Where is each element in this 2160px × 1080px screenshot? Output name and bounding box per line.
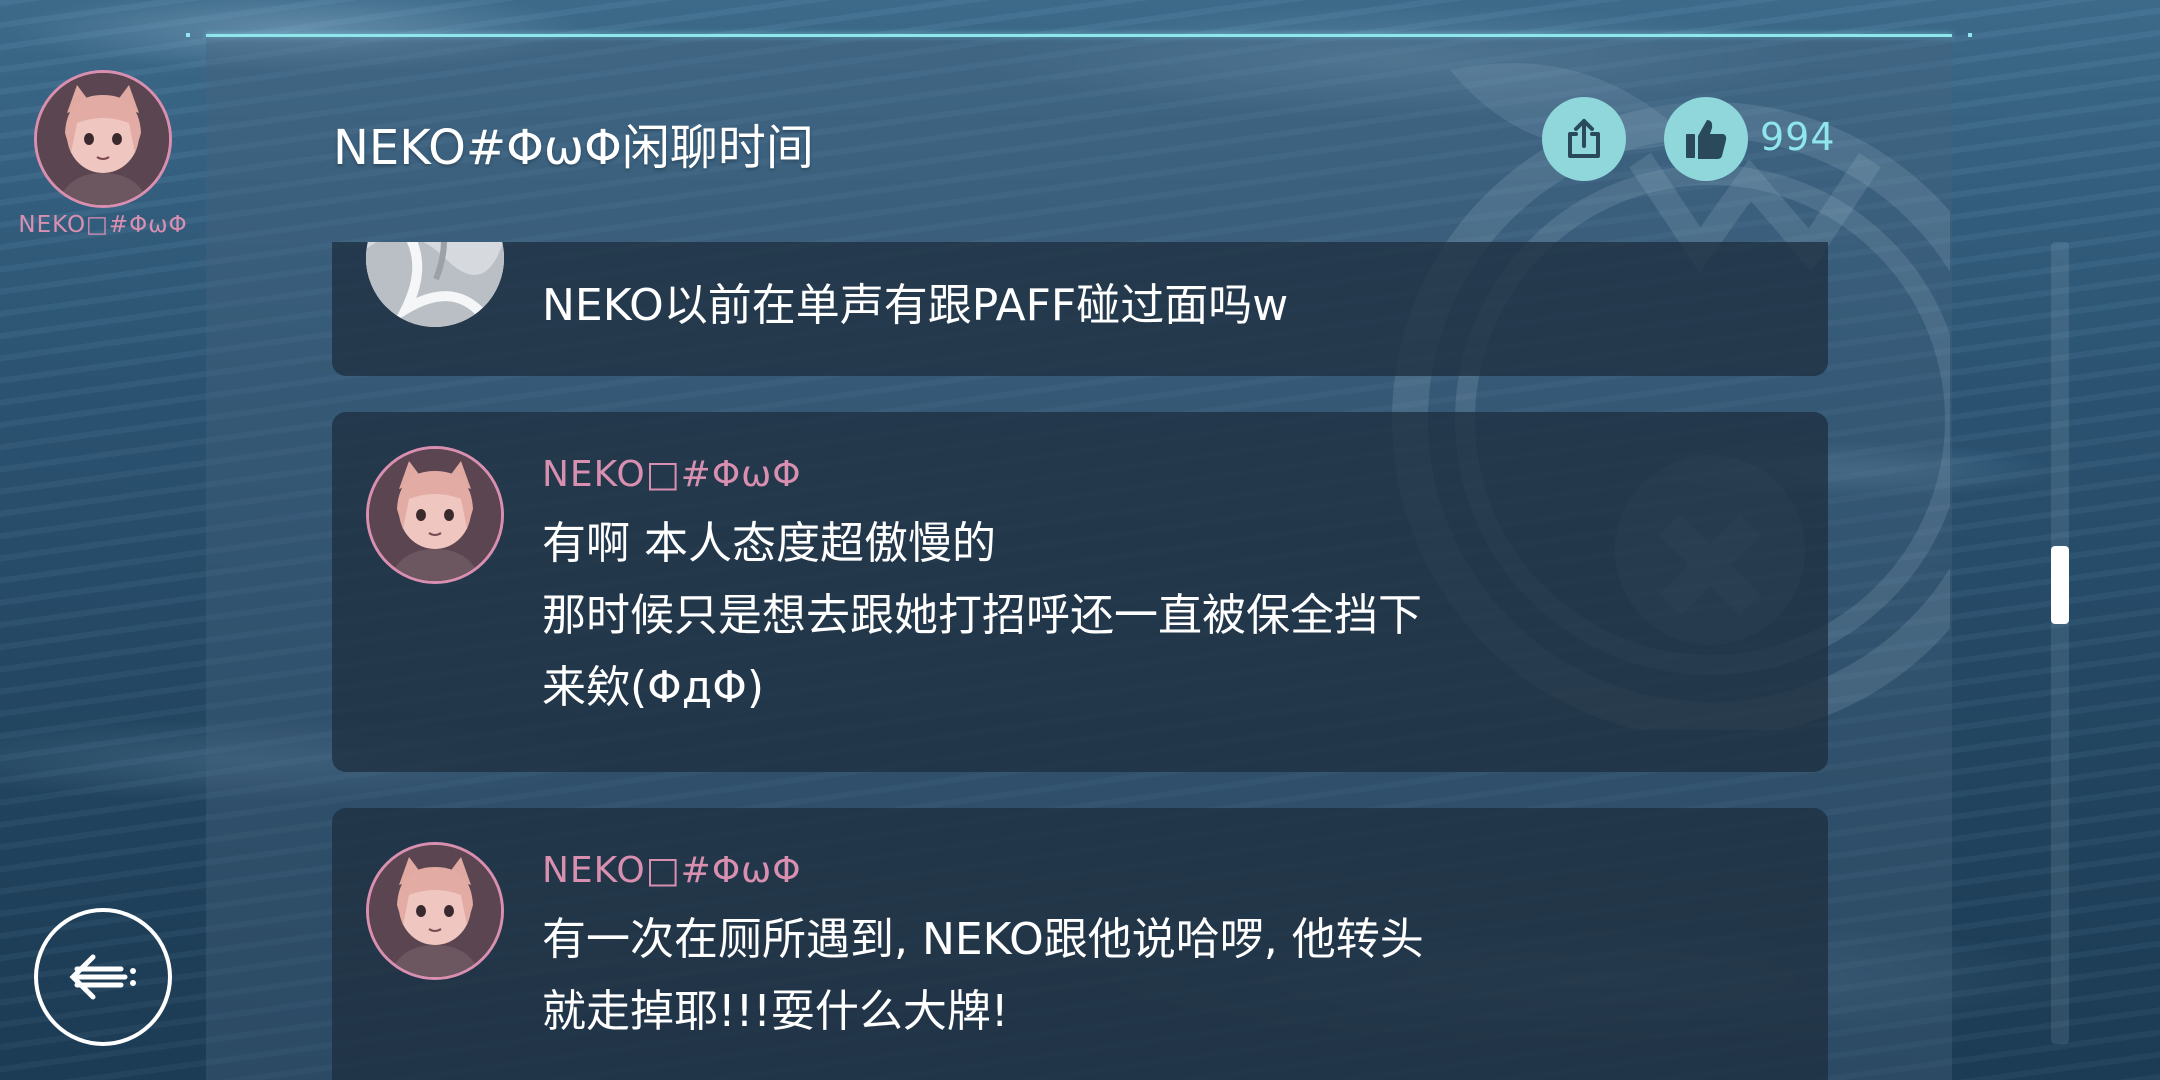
comment-avatar[interactable]: [366, 242, 504, 327]
frame-corner-right: [1968, 33, 1972, 37]
comment-text: 有一次在厕所遇到, NEKO跟他说哈啰, 他转头 就走掉耶!!!耍什么大牌!: [542, 914, 1424, 1037]
share-button[interactable]: [1542, 97, 1626, 181]
comment-avatar[interactable]: [366, 842, 504, 980]
share-icon: [1568, 119, 1600, 158]
comment-text: NEKO以前在单声有跟PAFF碰过面吗w: [542, 280, 1289, 331]
scrollbar-thumb[interactable]: [2051, 546, 2069, 625]
comment-card: NEKO□#ΦωΦ 有啊 本人态度超傲慢的 那时候只是想去跟她打招呼还一直被保全…: [332, 412, 1828, 772]
cat-girl-avatar-icon: [369, 449, 501, 581]
cat-girl-avatar-icon: [37, 73, 169, 205]
profile-avatar[interactable]: [34, 70, 172, 208]
comment-author[interactable]: NEKO□#ΦωΦ: [542, 454, 802, 495]
frame-corner-left: [186, 33, 190, 37]
comment-card: NEKO以前在单声有跟PAFF碰过面吗w: [332, 242, 1828, 376]
back-button[interactable]: [34, 908, 172, 1046]
back-arrow-icon: [69, 954, 136, 1000]
like-button[interactable]: [1664, 97, 1748, 181]
like-count: 994: [1760, 115, 1836, 159]
cat-girl-avatar-icon: [369, 845, 501, 977]
profile-name: NEKO□#ΦωΦ: [18, 212, 188, 238]
comment-list[interactable]: NEKO以前在单声有跟PAFF碰过面吗w NEKO□#ΦωΦ 有啊 本人态度超傲…: [332, 242, 1828, 1080]
thumbs-up-icon: [1686, 120, 1727, 159]
user-avatar-icon: [366, 242, 504, 327]
comment-author[interactable]: NEKO□#ΦωΦ: [542, 850, 802, 891]
comment-text: 有啊 本人态度超傲慢的 那时候只是想去跟她打招呼还一直被保全挡下 来欸(ΦдΦ): [542, 518, 1422, 713]
comment-avatar[interactable]: [366, 446, 504, 584]
page-title: NEKO#ΦωΦ闲聊时间: [333, 120, 814, 176]
scrollbar-track[interactable]: [2051, 242, 2069, 1044]
comment-card: NEKO□#ΦωΦ 有一次在厕所遇到, NEKO跟他说哈啰, 他转头 就走掉耶!…: [332, 808, 1828, 1080]
